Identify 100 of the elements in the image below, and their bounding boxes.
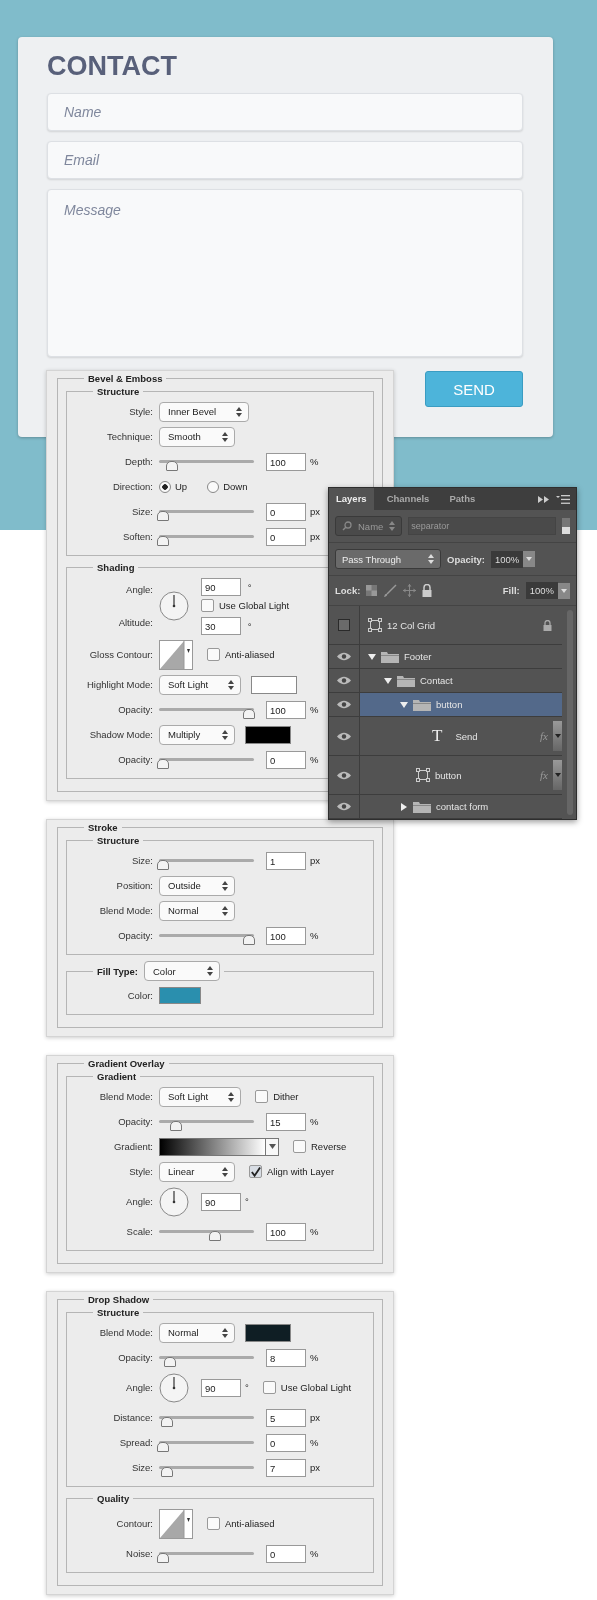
checkbox-label: Anti-aliased: [225, 649, 275, 660]
value-field[interactable]: 15: [266, 1112, 306, 1131]
text-field[interactable]: Name: [47, 93, 523, 131]
tab[interactable]: Paths: [442, 488, 483, 510]
unit-label: °: [247, 581, 252, 593]
group-title: Gradient: [97, 1071, 137, 1082]
value-field[interactable]: 0: [266, 1433, 306, 1452]
field-label: Angle:: [125, 584, 153, 595]
value-field[interactable]: 90: [201, 1192, 241, 1211]
group-title: Structure: [97, 386, 140, 397]
value-field[interactable]: 7: [266, 1458, 306, 1477]
blend-mode-dropdown[interactable]: Pass Through: [335, 549, 441, 569]
fill-field[interactable]: 100%: [525, 582, 558, 599]
layer-row[interactable]: button fx: [329, 756, 562, 795]
dropdown[interactable]: Soft Light: [159, 1086, 242, 1107]
field-label: Style:: [128, 1166, 153, 1177]
field-label: Opacity:: [117, 930, 153, 941]
unit-label: °: [245, 1382, 249, 1393]
dropdown[interactable]: Outside: [159, 875, 235, 896]
unit-label: %: [310, 1116, 319, 1127]
layer-name: Footer: [404, 651, 432, 662]
dropdown[interactable]: Normal: [159, 900, 235, 921]
field-label: Color:: [126, 990, 153, 1001]
value-field[interactable]: 8: [266, 1348, 306, 1367]
value-field[interactable]: 90: [201, 577, 241, 596]
text-layer-icon: T: [432, 726, 443, 746]
value-field[interactable]: 0: [266, 527, 306, 546]
group-title: Bevel & Emboss: [88, 373, 163, 384]
dropdown[interactable]: Smooth: [159, 426, 235, 447]
group-title: Shading: [97, 562, 135, 573]
layer-row[interactable]: contact form: [329, 795, 562, 819]
checkbox-label: Reverse: [311, 1141, 347, 1152]
value-field[interactable]: 30: [201, 616, 241, 635]
field-label: Shadow Mode:: [88, 729, 153, 740]
dropdown[interactable]: Normal: [159, 1322, 235, 1343]
field-label: Direction:: [111, 481, 153, 492]
field-label: Altitude:: [117, 617, 153, 628]
layer-row[interactable]: 12 Col Grid: [329, 606, 562, 645]
radio-label: Up: [175, 481, 188, 492]
value-field[interactable]: 1: [266, 851, 306, 870]
field-label: Technique:: [106, 431, 153, 442]
dropdown[interactable]: Inner Bevel: [159, 401, 250, 422]
field-label: Gradient:: [112, 1141, 153, 1152]
checkbox-label: Anti-aliased: [225, 1518, 275, 1529]
layer-name: button: [436, 699, 463, 710]
field-label: Depth:: [124, 456, 153, 467]
field-label: Angle:: [125, 1382, 153, 1393]
unit-label: px: [310, 1412, 321, 1423]
checkbox-label: Use Global Light: [280, 1382, 352, 1393]
value-field[interactable]: 90: [201, 1378, 241, 1397]
value-field[interactable]: 100: [266, 1222, 306, 1241]
unit-label: %: [310, 754, 319, 765]
field-label: Blend Mode:: [98, 905, 153, 916]
dropdown[interactable]: Soft Light: [159, 674, 242, 695]
group-title: Structure: [97, 835, 140, 846]
layer-name: button: [435, 769, 462, 781]
value-field[interactable]: 5: [266, 1408, 306, 1427]
unit-label: %: [310, 1548, 319, 1559]
value-field[interactable]: 100: [266, 700, 306, 719]
text-field[interactable]: Email: [47, 141, 523, 179]
unit-label: %: [310, 1226, 319, 1237]
group-title: Stroke: [88, 822, 118, 833]
unit-label: px: [310, 506, 321, 517]
unit-label: %: [310, 930, 319, 941]
search-field[interactable]: separator: [408, 517, 556, 535]
field-label: Opacity:: [117, 754, 153, 765]
unit-label: %: [310, 1352, 319, 1363]
message-field[interactable]: Message: [47, 189, 523, 357]
field-label: Size:: [130, 1462, 153, 1473]
field-label: Blend Mode:: [98, 1327, 153, 1338]
effects-label: fx: [540, 730, 548, 742]
dropdown[interactable]: Linear: [159, 1161, 235, 1182]
field-label: Blend Mode:: [98, 1091, 153, 1102]
layer-row[interactable]: Footer: [329, 645, 562, 669]
dropdown[interactable]: Color: [144, 961, 220, 981]
value-field[interactable]: 100: [266, 926, 306, 945]
field-label: Distance:: [112, 1412, 153, 1423]
tab[interactable]: Layers: [329, 488, 374, 510]
field-label: Angle:: [125, 1196, 153, 1207]
unit-label: %: [310, 1437, 319, 1448]
field-label: Scale:: [125, 1226, 153, 1237]
layer-name: contact form: [436, 801, 489, 812]
tab[interactable]: Channels: [379, 488, 437, 510]
unit-label: px: [310, 531, 321, 542]
checkbox-label: Use Global Light: [219, 599, 290, 611]
field-label: Spread:: [118, 1437, 153, 1448]
unit-label: %: [310, 456, 319, 467]
field-label: Gloss Contour:: [88, 649, 153, 660]
value-field[interactable]: 0: [266, 502, 306, 521]
group-title: Fill Type:: [97, 965, 138, 977]
radio-label: Down: [223, 481, 248, 492]
dropdown[interactable]: Multiply: [159, 724, 235, 745]
field-label: Opacity:: [117, 1352, 153, 1363]
unit-label: °: [247, 620, 252, 632]
value-field[interactable]: 0: [266, 1544, 306, 1563]
field-label: Highlight Mode:: [86, 679, 153, 690]
value-field[interactable]: 0: [266, 750, 306, 769]
value-field[interactable]: 100: [266, 452, 306, 471]
layer-row[interactable]: T Send fx: [329, 717, 562, 756]
opacity-field[interactable]: 100%: [491, 550, 524, 568]
